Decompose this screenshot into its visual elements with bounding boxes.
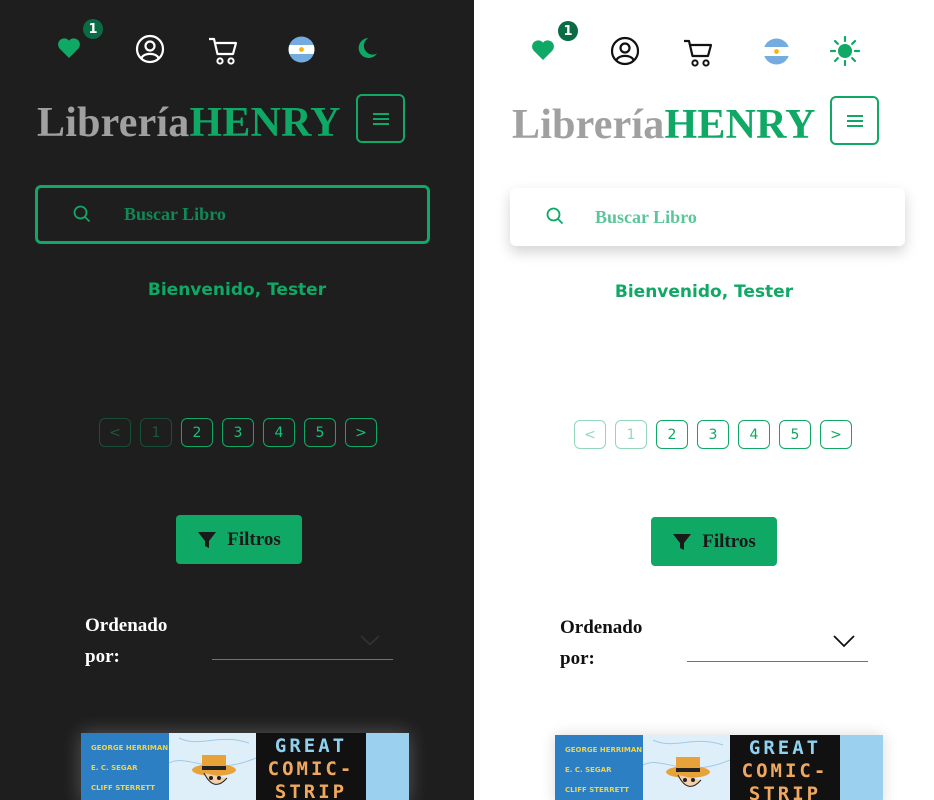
menu-button[interactable] xyxy=(830,96,879,145)
hamburger-icon xyxy=(846,114,863,127)
page-button-4[interactable]: 4 xyxy=(738,420,770,449)
welcome-message: Bienvenido, Tester xyxy=(614,282,794,302)
favorites-count-badge: 1 xyxy=(83,19,103,39)
pagination: < 1 2 3 4 5 > xyxy=(99,418,377,447)
heart-icon[interactable] xyxy=(57,37,81,59)
book-title: GREAT COMIC- STRIP xyxy=(730,735,840,800)
cart-icon[interactable] xyxy=(683,38,715,68)
sort-select[interactable] xyxy=(687,622,868,662)
filter-icon xyxy=(673,533,692,550)
welcome-message: Bienvenido, Tester xyxy=(147,280,327,300)
page-button-4[interactable]: 4 xyxy=(263,418,295,447)
search-box xyxy=(510,188,905,246)
book-authors: GEORGE HERRIMAN E. C. SEGAR CLIFF STERRE… xyxy=(555,735,643,800)
heart-icon[interactable] xyxy=(531,39,555,61)
book-authors: GEORGE HERRIMAN E. C. SEGAR CLIFF STERRE… xyxy=(81,733,169,800)
comic-character-image xyxy=(642,739,731,787)
book-cover[interactable]: GEORGE HERRIMAN E. C. SEGAR CLIFF STERRE… xyxy=(555,735,883,800)
filters-label: Filtros xyxy=(227,528,281,550)
site-logo[interactable]: LibreríaHENRY xyxy=(37,99,341,147)
sort-label: Ordenado por: xyxy=(85,615,168,667)
prev-page-button[interactable]: < xyxy=(99,418,131,447)
next-page-button[interactable]: > xyxy=(820,420,852,449)
sun-icon[interactable] xyxy=(829,35,861,67)
site-logo[interactable]: LibreríaHENRY xyxy=(512,101,816,149)
cart-icon[interactable] xyxy=(208,36,240,66)
book-side-art xyxy=(840,735,883,800)
argentina-flag-icon[interactable] xyxy=(288,36,315,63)
hamburger-icon xyxy=(372,112,389,125)
page-button-3[interactable]: 3 xyxy=(222,418,254,447)
user-icon[interactable] xyxy=(610,36,640,66)
sort-select[interactable] xyxy=(212,620,393,660)
user-icon[interactable] xyxy=(135,34,165,64)
comic-character-image xyxy=(168,737,257,785)
filters-button[interactable]: Filtros xyxy=(651,517,777,566)
search-box xyxy=(35,185,430,244)
book-illustration xyxy=(168,733,257,800)
sort-label: Ordenado por: xyxy=(560,617,643,669)
book-illustration xyxy=(642,735,731,800)
page-button-1[interactable]: 1 xyxy=(615,420,647,449)
page-button-2[interactable]: 2 xyxy=(656,420,688,449)
filters-button[interactable]: Filtros xyxy=(176,515,302,564)
page-button-5[interactable]: 5 xyxy=(779,420,811,449)
chevron-down-icon xyxy=(833,635,855,648)
argentina-flag-icon[interactable] xyxy=(763,38,790,65)
page-button-3[interactable]: 3 xyxy=(697,420,729,449)
search-input[interactable] xyxy=(595,188,875,246)
search-icon[interactable] xyxy=(546,207,564,225)
page-button-5[interactable]: 5 xyxy=(304,418,336,447)
prev-page-button[interactable]: < xyxy=(574,420,606,449)
chevron-down-icon xyxy=(360,635,380,646)
book-side-art xyxy=(366,733,409,800)
filter-icon xyxy=(198,531,217,548)
page-button-2[interactable]: 2 xyxy=(181,418,213,447)
favorites-count-badge: 1 xyxy=(558,21,578,41)
book-title: GREAT COMIC- STRIP xyxy=(256,733,366,800)
pagination: < 1 2 3 4 5 > xyxy=(574,420,852,449)
moon-icon[interactable] xyxy=(357,35,383,61)
search-input[interactable] xyxy=(124,188,404,241)
book-cover[interactable]: GEORGE HERRIMAN E. C. SEGAR CLIFF STERRE… xyxy=(81,733,409,800)
light-theme-panel: 1 LibreríaHENRY Bienvenido, T xyxy=(474,0,934,800)
search-icon[interactable] xyxy=(73,205,91,223)
menu-button[interactable] xyxy=(356,94,405,143)
page-button-1[interactable]: 1 xyxy=(140,418,172,447)
filters-label: Filtros xyxy=(702,530,756,552)
dark-theme-panel: 1 LibreríaHENRY Bienvenido, Tester < xyxy=(0,0,474,800)
next-page-button[interactable]: > xyxy=(345,418,377,447)
